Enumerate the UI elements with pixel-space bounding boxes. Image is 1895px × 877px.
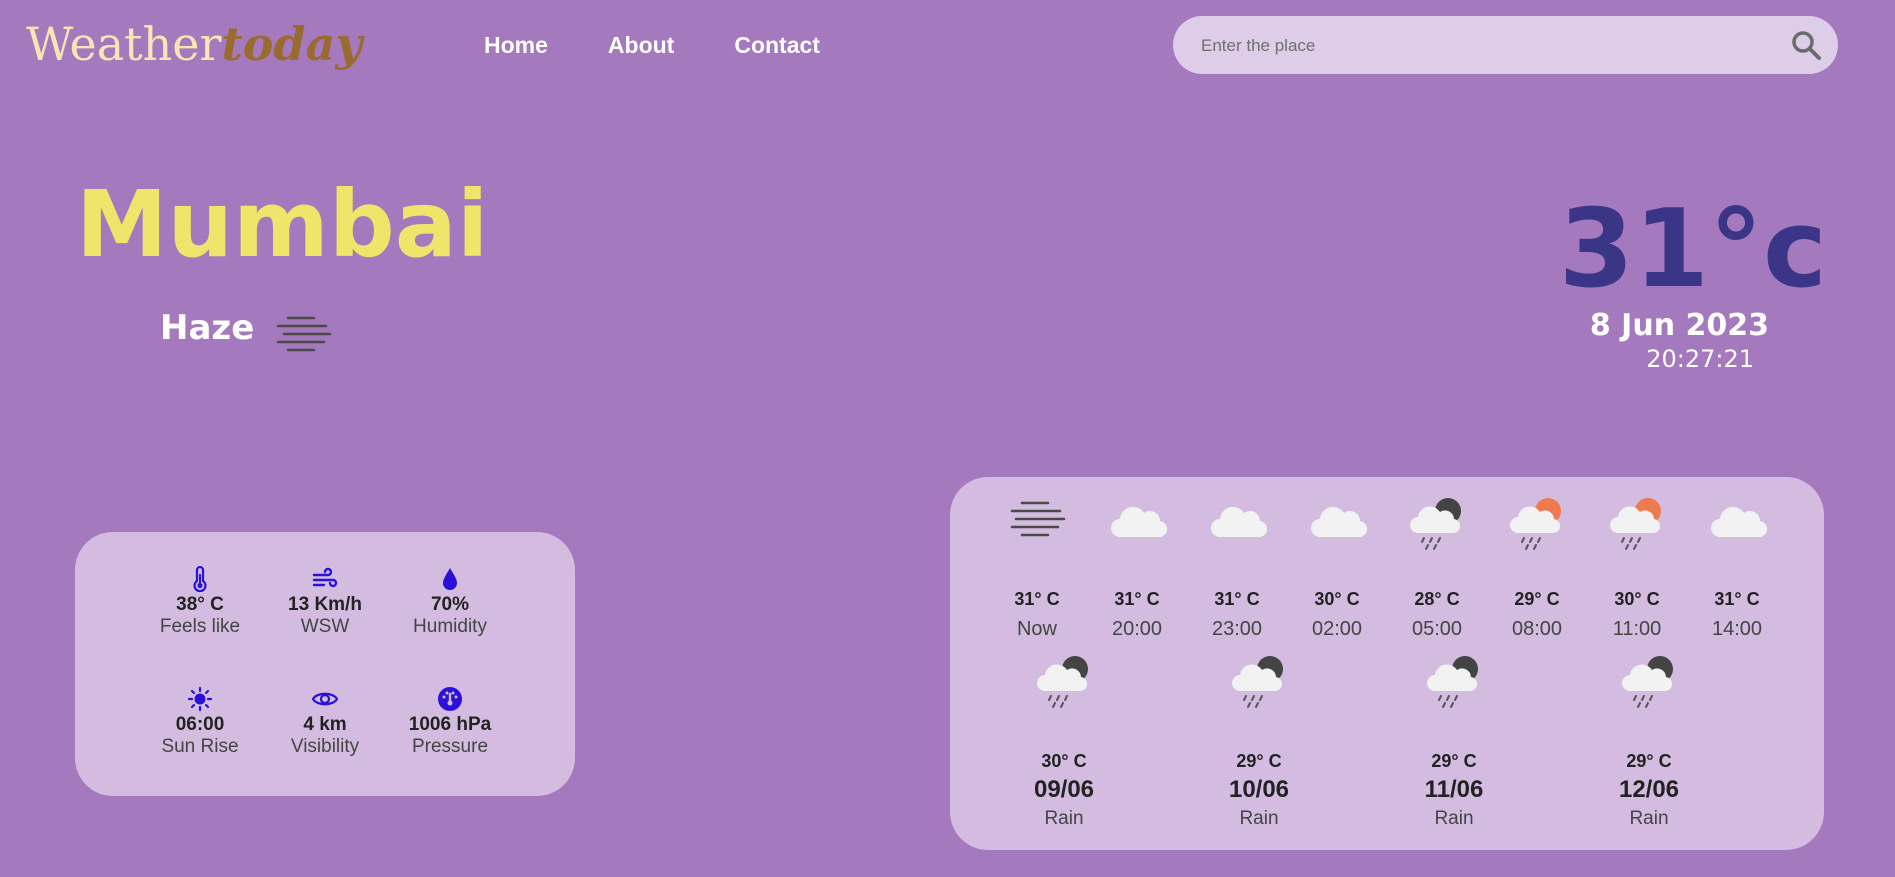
daily-item: 30° C 09/06 Rain bbox=[994, 653, 1134, 830]
stat-label: Sun Rise bbox=[161, 736, 239, 757]
hourly-temp: 31° C bbox=[1714, 589, 1760, 609]
cloud-icon bbox=[1206, 495, 1268, 545]
hourly-temp: 28° C bbox=[1414, 589, 1460, 609]
app-logo[interactable]: Weathertoday bbox=[26, 14, 362, 74]
night-rain-icon bbox=[1033, 653, 1095, 709]
thermometer-icon bbox=[193, 566, 207, 592]
daily-condition: Rain bbox=[1434, 808, 1474, 829]
stat-wind: 13 Km/h WSW bbox=[260, 566, 390, 638]
hourly-item: 31° C 23:00 bbox=[1192, 495, 1282, 641]
hourly-time: 20:00 bbox=[1111, 618, 1163, 640]
daily-temp: 29° C bbox=[1431, 751, 1477, 771]
night-rain-icon bbox=[1423, 653, 1485, 709]
current-condition: Haze bbox=[160, 308, 255, 348]
current-temperature: 31°c bbox=[1558, 187, 1827, 312]
stat-label: WSW bbox=[300, 616, 350, 637]
stat-sunrise: 06:00 Sun Rise bbox=[135, 686, 265, 758]
hourly-time: 11:00 bbox=[1612, 618, 1662, 640]
gauge-icon bbox=[438, 687, 462, 711]
stat-value: 06:00 bbox=[175, 714, 225, 735]
stat-feels-like: 38° C Feels like bbox=[135, 566, 265, 638]
hourly-item: 28° C 05:00 bbox=[1392, 495, 1482, 641]
main-nav: Home About Contact bbox=[484, 32, 820, 59]
hourly-temp: 30° C bbox=[1614, 589, 1660, 609]
hourly-item: 31° C 14:00 bbox=[1692, 495, 1782, 641]
nav-contact-link[interactable]: Contact bbox=[734, 32, 820, 59]
hourly-temp: 31° C bbox=[1114, 589, 1160, 609]
stat-label: Visibility bbox=[290, 736, 360, 757]
daily-item: 29° C 10/06 Rain bbox=[1189, 653, 1329, 830]
cloud-icon bbox=[1706, 495, 1768, 545]
stats-panel: 38° C Feels like 13 Km/h WSW 70% Humidit… bbox=[75, 532, 575, 796]
stat-value: 13 Km/h bbox=[288, 594, 362, 615]
hourly-time: Now bbox=[1016, 618, 1057, 640]
stat-label: Feels like bbox=[159, 616, 241, 637]
hourly-item: 30° C 02:00 bbox=[1292, 495, 1382, 641]
current-date: 8 Jun 2023 bbox=[1589, 308, 1769, 343]
hourly-item: 31° C Now bbox=[992, 495, 1082, 641]
haze-icon bbox=[276, 316, 332, 352]
stat-label: Humidity bbox=[413, 616, 487, 637]
stat-value: 1006 hPa bbox=[408, 714, 492, 735]
night-rain-icon bbox=[1228, 653, 1290, 709]
daily-date: 11/06 bbox=[1424, 776, 1484, 803]
droplet-icon bbox=[443, 568, 457, 590]
forecast-panel: 31° C Now 31° C 20:00 31° C 23:00 30° C 02:00 28… bbox=[950, 477, 1824, 850]
nav-home-link[interactable]: Home bbox=[484, 32, 548, 59]
daily-date: 09/06 bbox=[1033, 776, 1095, 803]
hourly-temp: 31° C bbox=[1214, 589, 1260, 609]
hourly-time: 14:00 bbox=[1711, 618, 1763, 640]
hourly-temp: 30° C bbox=[1314, 589, 1360, 609]
daily-temp: 30° C bbox=[1041, 751, 1087, 771]
stat-label: Pressure bbox=[411, 736, 489, 757]
daily-temp: 29° C bbox=[1626, 751, 1672, 771]
stat-value: 4 km bbox=[303, 714, 347, 735]
hourly-item: 31° C 20:00 bbox=[1092, 495, 1182, 641]
daily-date: 10/06 bbox=[1228, 776, 1290, 803]
daily-temp: 29° C bbox=[1236, 751, 1282, 771]
cloud-icon bbox=[1306, 495, 1368, 545]
daily-condition: Rain bbox=[1239, 808, 1279, 829]
stat-humidity: 70% Humidity bbox=[385, 566, 515, 638]
wind-icon bbox=[312, 567, 338, 588]
stat-value: 70% bbox=[430, 594, 470, 615]
hourly-temp: 29° C bbox=[1514, 589, 1560, 609]
hourly-time: 05:00 bbox=[1411, 618, 1463, 640]
day-rain-icon bbox=[1606, 495, 1668, 550]
hourly-time: 02:00 bbox=[1311, 618, 1363, 640]
day-rain-icon bbox=[1506, 495, 1568, 550]
daily-item: 29° C 11/06 Rain bbox=[1384, 653, 1524, 830]
current-time: 20:27:21 bbox=[1646, 345, 1754, 373]
daily-date: 12/06 bbox=[1618, 776, 1680, 803]
city-name: Mumbai bbox=[76, 171, 489, 278]
stat-value: 38° C bbox=[176, 594, 224, 615]
daily-condition: Rain bbox=[1044, 808, 1084, 829]
hourly-item: 30° C 11:00 bbox=[1592, 495, 1682, 641]
hourly-time: 23:00 bbox=[1211, 618, 1263, 640]
eye-icon bbox=[312, 692, 338, 706]
daily-item: 29° C 12/06 Rain bbox=[1579, 653, 1719, 830]
stat-visibility: 4 km Visibility bbox=[260, 686, 390, 758]
logo-text-today: today bbox=[221, 17, 363, 71]
stat-pressure: 1006 hPa Pressure bbox=[385, 686, 515, 758]
night-rain-icon bbox=[1618, 653, 1680, 709]
logo-text-weather: Weather bbox=[26, 17, 222, 71]
night-rain-icon bbox=[1406, 495, 1468, 550]
haze-icon bbox=[1006, 495, 1068, 545]
sun-icon bbox=[187, 686, 213, 712]
search-bar bbox=[1173, 16, 1838, 74]
hourly-temp: 31° C bbox=[1014, 589, 1060, 609]
nav-about-link[interactable]: About bbox=[608, 32, 674, 59]
search-input[interactable] bbox=[1199, 30, 1763, 62]
cloud-icon bbox=[1106, 495, 1168, 545]
hourly-time: 08:00 bbox=[1511, 618, 1563, 640]
daily-condition: Rain bbox=[1629, 808, 1669, 829]
hourly-item: 29° C 08:00 bbox=[1492, 495, 1582, 641]
search-icon[interactable] bbox=[1790, 29, 1822, 61]
